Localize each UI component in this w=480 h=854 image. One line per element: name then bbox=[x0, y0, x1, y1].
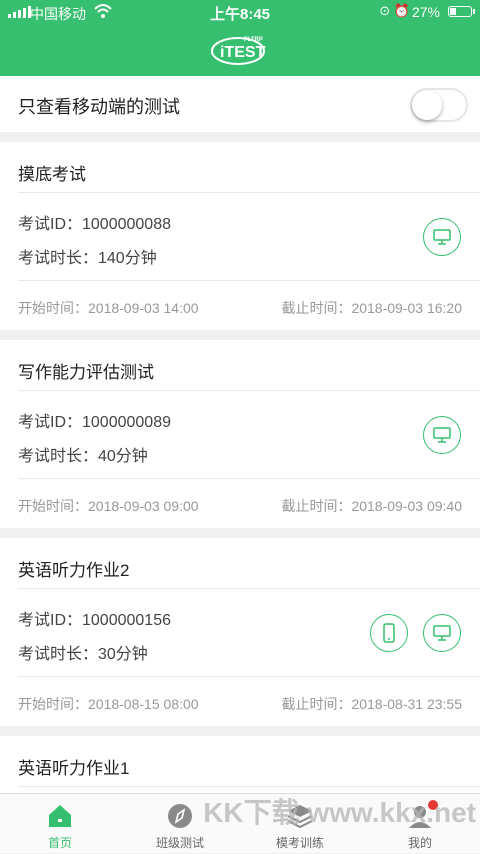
app-header: 中国移动 上午8:45 ⊙ ⏰ 27% iTEST FLTRP bbox=[0, 0, 480, 76]
desktop-icon bbox=[433, 229, 451, 245]
exam-duration: 考试时长：140分钟 bbox=[18, 250, 157, 267]
tab-home[interactable]: 首页 bbox=[0, 794, 120, 854]
battery-icon bbox=[448, 6, 475, 17]
mobile-icon bbox=[383, 623, 395, 643]
exam-id: 考试ID：1000000156 bbox=[18, 612, 171, 629]
exam-start-time: 开始时间：2018-09-03 09:00 bbox=[18, 498, 199, 514]
exam-card[interactable]: 英语听力作业1 bbox=[0, 736, 480, 796]
svg-text:FLTRP: FLTRP bbox=[244, 37, 263, 43]
divider bbox=[18, 478, 480, 479]
itest-logo: iTEST FLTRP bbox=[211, 37, 266, 65]
mobile-only-toggle[interactable] bbox=[410, 88, 468, 122]
desktop-icon bbox=[433, 625, 451, 641]
exam-title: 英语听力作业2 bbox=[18, 561, 130, 580]
desktop-exam-button[interactable] bbox=[423, 218, 461, 256]
divider bbox=[18, 280, 480, 281]
desktop-exam-button[interactable] bbox=[423, 614, 461, 652]
mobile-only-filter-label: 只查看移动端的测试 bbox=[18, 97, 180, 117]
exam-card[interactable]: 摸底考试 考试ID：1000000088 考试时长：140分钟 开始时间：201… bbox=[0, 142, 480, 330]
toggle-knob bbox=[412, 90, 442, 120]
exam-title: 写作能力评估测试 bbox=[18, 363, 154, 382]
alarm-icon: ⊙ ⏰ bbox=[379, 3, 410, 18]
divider bbox=[18, 588, 480, 589]
svg-text:iTEST: iTEST bbox=[220, 44, 266, 61]
exam-end-time: 截止时间：2018-09-03 09:40 bbox=[281, 498, 462, 514]
status-bar: 中国移动 上午8:45 ⊙ ⏰ 27% bbox=[0, 0, 480, 26]
divider bbox=[18, 786, 480, 787]
watermark: KK下载 www.kkx.net bbox=[203, 797, 476, 828]
mobile-only-filter-row: 只查看移动端的测试 bbox=[0, 76, 480, 132]
tab-label: 模考训练 bbox=[275, 836, 324, 850]
exam-card[interactable]: 英语听力作业2 考试ID：1000000156 考试时长：30分钟 开始时间：2… bbox=[0, 538, 480, 726]
tab-label: 我的 bbox=[407, 836, 432, 850]
compass-icon bbox=[168, 804, 192, 828]
exam-start-time: 开始时间：2018-08-15 08:00 bbox=[18, 696, 199, 712]
divider bbox=[18, 676, 480, 677]
desktop-icon bbox=[433, 427, 451, 443]
exam-card[interactable]: 写作能力评估测试 考试ID：1000000089 考试时长：40分钟 开始时间：… bbox=[0, 340, 480, 528]
exam-id: 考试ID：1000000088 bbox=[18, 216, 171, 233]
exam-title: 英语听力作业1 bbox=[18, 759, 130, 778]
tab-label: 首页 bbox=[47, 836, 72, 850]
divider bbox=[18, 390, 480, 391]
home-icon bbox=[49, 805, 71, 827]
exam-title: 摸底考试 bbox=[18, 165, 86, 184]
exam-duration: 考试时长：30分钟 bbox=[18, 646, 148, 663]
exam-end-time: 截止时间：2018-09-03 16:20 bbox=[281, 300, 462, 316]
battery-percent: 27% bbox=[411, 4, 440, 20]
exam-start-time: 开始时间：2018-09-03 14:00 bbox=[18, 300, 199, 316]
divider bbox=[18, 192, 480, 193]
exam-id: 考试ID：1000000089 bbox=[18, 414, 171, 431]
exam-duration: 考试时长：40分钟 bbox=[18, 448, 148, 465]
desktop-exam-button[interactable] bbox=[423, 416, 461, 454]
exam-end-time: 截止时间：2018-08-31 23:55 bbox=[281, 696, 462, 712]
tab-label: 班级测试 bbox=[155, 836, 204, 850]
mobile-exam-button[interactable] bbox=[370, 614, 408, 652]
